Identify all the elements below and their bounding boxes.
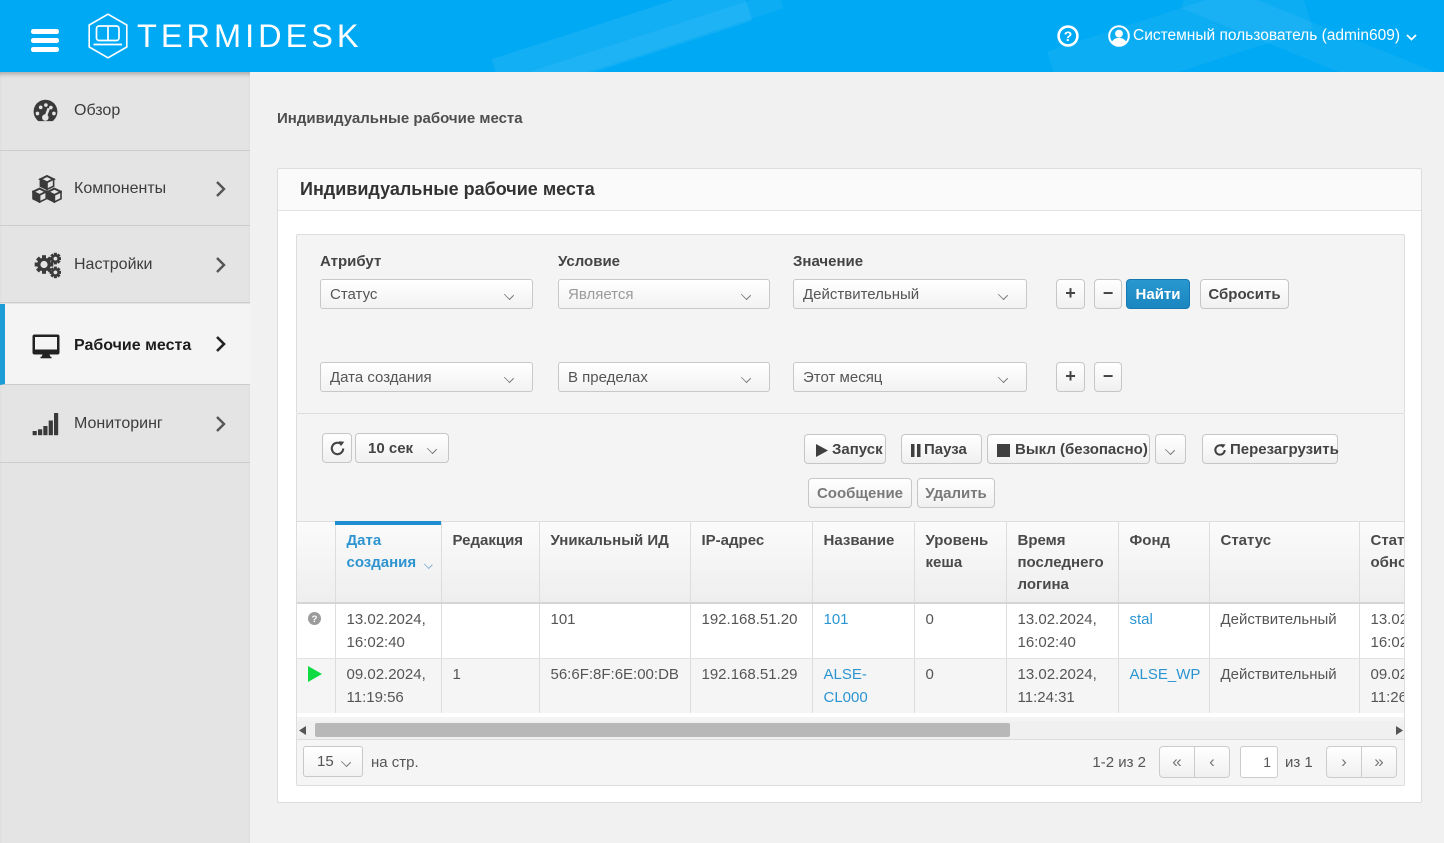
svg-text:?: ? [312,614,318,625]
svg-text:?: ? [1064,28,1073,44]
